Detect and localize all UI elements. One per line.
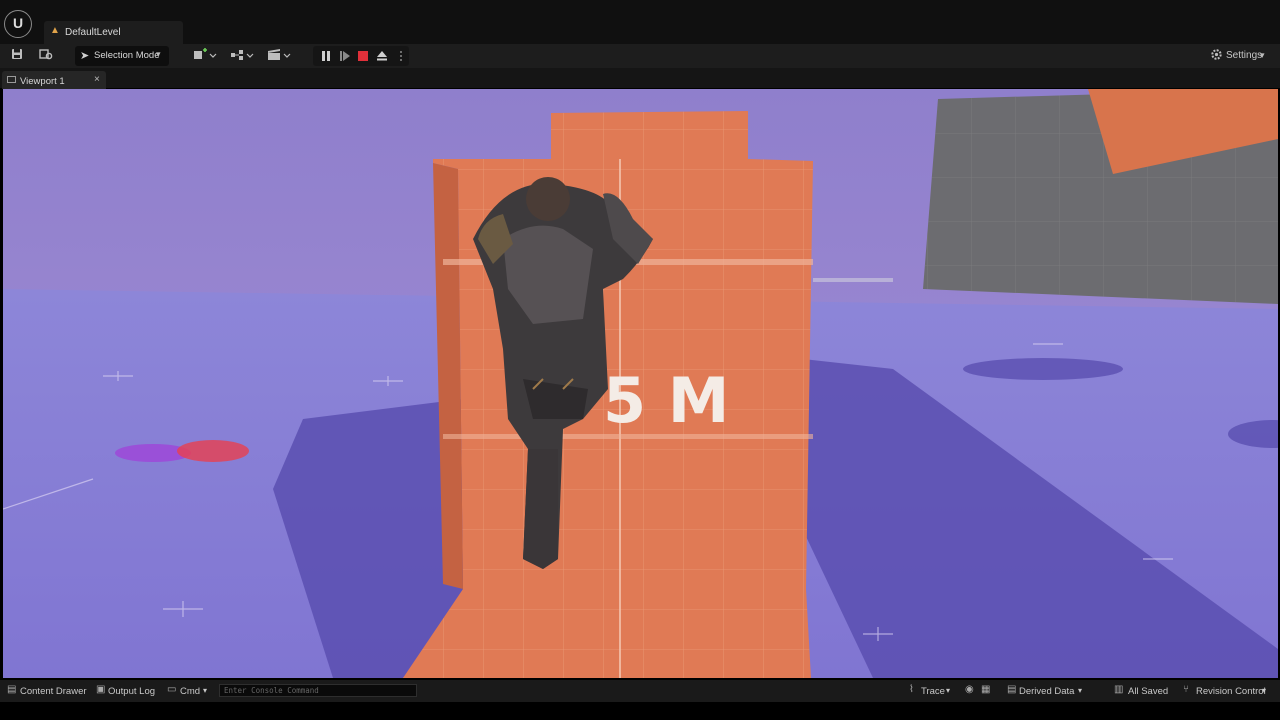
- blueprint-icon[interactable]: [229, 48, 255, 64]
- selection-mode-label: Selection Mode: [94, 50, 160, 61]
- close-icon[interactable]: ×: [94, 74, 100, 85]
- title-bar: U ▲ DefaultLevel: [0, 0, 1280, 44]
- stop-icon[interactable]: [356, 49, 370, 63]
- chevron-down-icon: ▾: [203, 686, 208, 695]
- derived-data-icon: ▤: [1007, 684, 1017, 695]
- record-icon[interactable]: ◉: [965, 685, 975, 695]
- add-actor-icon[interactable]: [192, 48, 218, 64]
- chevron-down-icon: ▾: [1078, 686, 1083, 695]
- chevron-down-icon: ▾: [156, 49, 161, 59]
- trace-dropdown[interactable]: Trace: [921, 686, 945, 697]
- play-controls: [313, 46, 409, 66]
- content-drawer-button[interactable]: Content Drawer: [20, 686, 87, 697]
- bottom-letterbox: [0, 702, 1280, 720]
- cinematics-icon[interactable]: [266, 48, 292, 64]
- game-scene: 5 M: [3, 89, 1278, 678]
- trace-icon: ⌇: [909, 684, 914, 695]
- content-drawer-icon: ▤: [7, 684, 17, 695]
- cursor-arrow-icon: ➤: [80, 50, 90, 62]
- screenshot-icon[interactable]: ▦: [981, 685, 991, 695]
- level-tab[interactable]: ▲ DefaultLevel: [44, 21, 183, 44]
- eject-icon[interactable]: [375, 49, 389, 63]
- viewport-tab-label: Viewport 1: [20, 76, 65, 87]
- warning-icon: ▲: [50, 25, 60, 36]
- pause-icon[interactable]: [319, 49, 333, 63]
- output-log-icon: ▣: [96, 684, 106, 695]
- revision-control-dropdown[interactable]: Revision Control: [1196, 686, 1266, 697]
- unreal-logo[interactable]: U: [4, 10, 32, 38]
- viewport-tab[interactable]: Viewport 1 ×: [2, 71, 106, 89]
- selection-mode-dropdown[interactable]: ➤ Selection Mode ▾: [75, 46, 169, 66]
- save-all-icon: ▥: [1114, 684, 1124, 695]
- content-browser-icon[interactable]: [38, 48, 54, 64]
- level-viewport[interactable]: 5 M: [3, 89, 1278, 678]
- level-title: DefaultLevel: [65, 27, 121, 38]
- viewport-icon: [7, 76, 16, 83]
- viewport-tab-bar: [0, 68, 1280, 88]
- distance-sign: 5 M: [603, 364, 729, 437]
- floor-decal: [177, 440, 249, 462]
- cmd-dropdown[interactable]: Cmd: [180, 686, 200, 697]
- object-shadow: [963, 358, 1123, 380]
- frame-skip-icon[interactable]: [338, 49, 352, 63]
- settings-button[interactable]: Settings: [1226, 50, 1262, 61]
- chevron-down-icon: ▾: [1260, 50, 1265, 60]
- output-log-button[interactable]: Output Log: [108, 686, 155, 697]
- all-saved-status[interactable]: All Saved: [1128, 686, 1168, 697]
- revision-control-icon: ⑂: [1183, 684, 1189, 695]
- chevron-down-icon: ▾: [1262, 686, 1267, 695]
- save-icon[interactable]: [9, 48, 25, 64]
- floor-strip: [813, 278, 893, 282]
- more-options-icon[interactable]: [394, 49, 408, 63]
- status-bar: ▤ Content Drawer ▣ Output Log ▭ Cmd ▾ ⌇ …: [0, 680, 1280, 702]
- console-input[interactable]: Enter Console Command: [219, 684, 417, 697]
- chevron-down-icon: ▾: [946, 686, 951, 695]
- derived-data-dropdown[interactable]: Derived Data: [1019, 686, 1074, 697]
- terminal-icon: ▭: [167, 684, 177, 695]
- main-toolbar: ➤ Selection Mode ▾: [0, 44, 1280, 68]
- gear-icon[interactable]: [1209, 48, 1223, 64]
